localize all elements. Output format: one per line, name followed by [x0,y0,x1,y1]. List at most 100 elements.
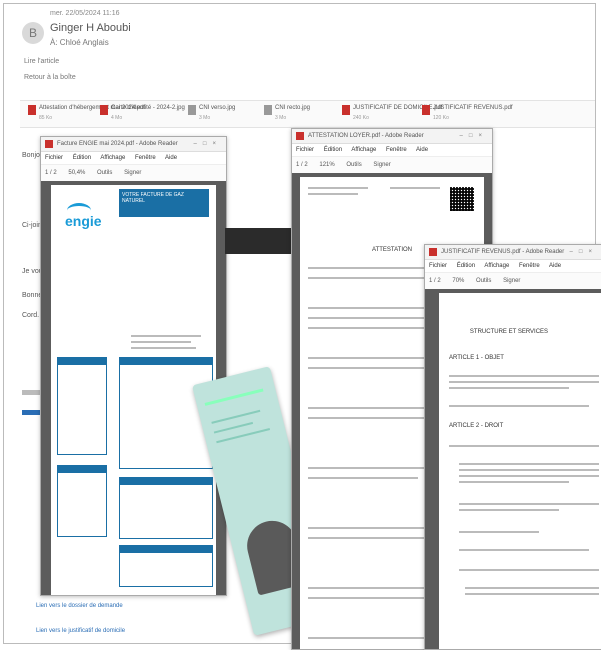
text-line [459,569,599,571]
zoom-level[interactable]: 50,4% [68,170,85,176]
invoice-header: VOTRE FACTURE DE GAZ NATUREL [119,189,209,217]
text-line [131,341,191,343]
menu-file[interactable]: Fichier [429,263,447,269]
sign-button[interactable]: Signer [373,162,390,168]
document-page: STRUCTURE ET SERVICES ARTICLE 1 - OBJET … [439,293,601,649]
menu-file[interactable]: Fichier [45,155,63,161]
text-line [459,531,539,533]
menu-help[interactable]: Aide [416,147,428,153]
menu-help[interactable]: Aide [165,155,177,161]
sign-button[interactable]: Signer [124,170,141,176]
text-line [465,587,599,589]
footer-link[interactable]: Lien vers le justificatif de domicile [36,628,125,634]
document-page: engie VOTRE FACTURE DE GAZ NATUREL [51,185,216,595]
menu-window[interactable]: Fenêtre [386,147,407,153]
recipient: À: Chloé Anglais [50,38,109,47]
menu-view[interactable]: Affichage [351,147,376,153]
text-line [308,187,368,189]
contact-panel [57,465,107,537]
card-line [211,409,261,424]
body-text: Cord. [22,312,40,319]
document-area[interactable]: STRUCTURE ET SERVICES ARTICLE 1 - OBJET … [425,289,601,649]
tools-button[interactable]: Outils [346,162,361,168]
pdf-app-icon [296,132,304,140]
text-line [449,445,599,447]
engie-logo: engie [65,213,102,229]
menu-window[interactable]: Fenêtre [135,155,156,161]
page-indicator[interactable]: 1 / 2 [429,278,441,284]
menu-bar: Fichier Édition Affichage Fenêtre Aide [292,144,492,157]
tools-button[interactable]: Outils [97,170,112,176]
text-line [131,347,196,349]
menu-window[interactable]: Fenêtre [519,263,540,269]
zoom-level[interactable]: 70% [452,278,464,284]
menu-bar: Fichier Édition Affichage Fenêtre Aide [425,260,601,273]
text-line [459,503,599,505]
card-stripe [204,388,264,406]
menu-view[interactable]: Affichage [484,263,509,269]
sign-button[interactable]: Signer [503,278,520,284]
text-line [459,481,569,483]
qr-code [450,187,474,211]
menu-help[interactable]: Aide [549,263,561,269]
pdf-viewer-window-justif[interactable]: JUSTIFICATIF REVENUS.pdf - Adobe Reader … [424,244,601,650]
email-link-1[interactable]: Lire l'article [24,58,59,65]
text-line [308,537,438,539]
text-line [449,381,599,383]
page-indicator[interactable]: 1 / 2 [296,162,308,168]
section-heading: ARTICLE 1 - OBJET [449,355,504,361]
text-line [459,469,599,471]
body-line [22,390,42,395]
viewer-toolbar: 1 / 2 70% Outils Signer [425,273,601,290]
text-line [308,477,418,479]
attachment-bar: Attestation d'hébergement mai 2024.pdf 8… [20,100,595,128]
pdf-icon [28,105,36,115]
pdf-viewer-window-engie[interactable]: Facture ENGIE mai 2024.pdf - Adobe Reade… [40,136,227,596]
info-panel [57,357,107,455]
viewer-toolbar: 1 / 2 50,4% Outils Signer [41,165,226,182]
body-link[interactable] [22,410,42,415]
document-heading: STRUCTURE ET SERVICES [469,329,549,335]
menu-edit[interactable]: Édition [457,263,475,269]
window-controls[interactable]: –□× [570,245,598,259]
text-line [390,187,440,189]
window-titlebar[interactable]: JUSTIFICATIF REVENUS.pdf - Adobe Reader … [425,245,601,260]
window-controls[interactable]: –□× [460,129,488,143]
pdf-icon [422,105,430,115]
window-titlebar[interactable]: ATTESTATION LOYER.pdf - Adobe Reader –□× [292,129,492,144]
footer-link[interactable]: Lien vers le dossier de demande [36,603,123,609]
image-file-icon [264,105,272,115]
menu-edit[interactable]: Édition [73,155,91,161]
text-line [459,549,589,551]
sender-name[interactable]: Ginger H Aboubi [50,22,131,34]
email-date: mer. 22/05/2024 11:16 [50,10,120,17]
text-line [465,593,599,595]
text-line [308,367,428,369]
pdf-icon [342,105,350,115]
zoom-level[interactable]: 121% [319,162,334,168]
notice-panel [119,545,213,587]
tools-button[interactable]: Outils [476,278,491,284]
attachment-item[interactable]: CNI verso.jpg 3 Mo [188,105,235,123]
text-line [308,193,358,195]
email-link-2[interactable]: Retour à la boîte [24,74,76,81]
card-line [213,421,254,434]
text-line [459,475,599,477]
sender-avatar: B [22,22,44,44]
menu-file[interactable]: Fichier [296,147,314,153]
page-indicator[interactable]: 1 / 2 [45,170,57,176]
text-line [449,405,589,407]
viewer-toolbar: 1 / 2 121% Outils Signer [292,157,492,174]
attachment-item[interactable]: Carte d'identité - 2024-2.jpg 4 Mo [100,105,185,123]
menu-view[interactable]: Affichage [100,155,125,161]
menu-edit[interactable]: Édition [324,147,342,153]
pdf-app-icon [429,248,437,256]
attachment-item[interactable]: JUSTIFICATIF REVENUS.pdf 120 Ko [422,105,513,123]
text-line [459,509,559,511]
pdf-icon [100,105,108,115]
payment-panel [119,477,213,539]
image-file-icon [188,105,196,115]
window-titlebar[interactable]: Facture ENGIE mai 2024.pdf - Adobe Reade… [41,137,226,152]
window-controls[interactable]: –□× [194,137,222,151]
attachment-item[interactable]: CNI recto.jpg 3 Mo [264,105,310,123]
